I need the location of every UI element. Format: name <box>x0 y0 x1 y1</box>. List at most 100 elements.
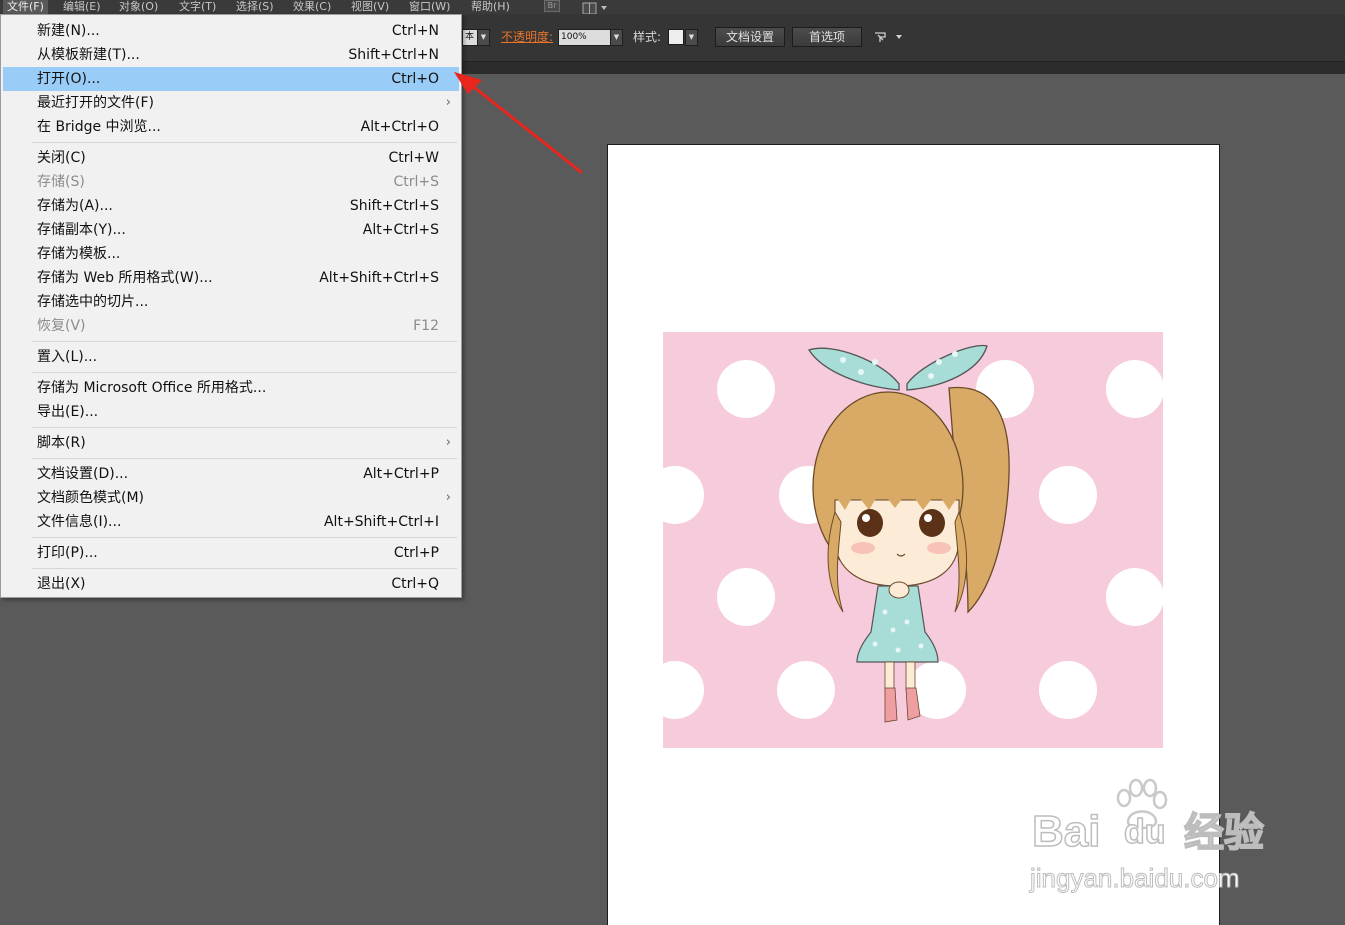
mode-field[interactable]: 本 <box>462 29 478 46</box>
menu-help[interactable]: 帮助(H) <box>471 0 510 14</box>
menu-item-label: 文档设置(D)... <box>37 466 129 482</box>
menu-item-shortcut: Shift+Ctrl+S <box>349 198 439 214</box>
menu-file[interactable]: 文件(F) <box>3 0 48 14</box>
menu-view[interactable]: 视图(V) <box>351 0 389 14</box>
menu-item-label: 存储为 Web 所用格式(W)... <box>37 270 213 286</box>
menu-item-shortcut: Ctrl+O <box>391 71 439 87</box>
menu-item-shortcut: Alt+Ctrl+O <box>360 119 439 135</box>
style-label: 样式: <box>633 30 662 44</box>
menu-item-browse-bridge[interactable]: 在 Bridge 中浏览... Alt+Ctrl+O <box>3 115 459 139</box>
bridge-button[interactable]: Br <box>544 0 560 12</box>
placed-image[interactable] <box>663 332 1163 748</box>
menu-item-document-setup[interactable]: 文档设置(D)... Alt+Ctrl+P <box>3 462 459 486</box>
annotation-arrow <box>454 72 583 174</box>
menu-separator <box>32 372 457 373</box>
menu-separator <box>32 568 457 569</box>
menu-item-place[interactable]: 置入(L)... <box>3 345 459 369</box>
menu-item-shortcut: Alt+Shift+Ctrl+I <box>323 514 439 530</box>
menu-item-label: 文件信息(I)... <box>37 514 122 530</box>
preferences-button[interactable]: 首选项 <box>792 27 862 47</box>
menu-item-label: 最近打开的文件(F) <box>37 95 154 111</box>
menu-item-save-as[interactable]: 存储为(A)... Shift+Ctrl+S <box>3 194 459 218</box>
menu-item-save-selected-slices[interactable]: 存储选中的切片... <box>3 290 459 314</box>
dropdown-arrow-icon: ▼ <box>480 33 487 41</box>
menu-item-label: 存储(S) <box>37 174 85 190</box>
menu-item-label: 置入(L)... <box>37 349 98 365</box>
menu-window[interactable]: 窗口(W) <box>409 0 450 14</box>
menu-item-label: 打印(P)... <box>37 545 98 561</box>
menu-item-save-as-template[interactable]: 存储为模板... <box>3 242 459 266</box>
menu-separator <box>32 537 457 538</box>
dropdown-arrow-icon: ▼ <box>613 33 620 41</box>
menu-item-save-for-office[interactable]: 存储为 Microsoft Office 所用格式... <box>3 376 459 400</box>
menu-separator <box>32 458 457 459</box>
menu-item-label: 从模板新建(T)... <box>37 47 140 63</box>
menu-separator <box>32 427 457 428</box>
menu-item-shortcut: Alt+Shift+Ctrl+S <box>319 270 439 286</box>
menu-item-document-color-mode[interactable]: 文档颜色模式(M) › <box>3 486 459 510</box>
menu-item-label: 打开(O)... <box>37 71 101 87</box>
opacity-field[interactable]: 100% <box>558 29 611 46</box>
menu-item-shortcut: F12 <box>413 318 439 334</box>
menu-item-label: 导出(E)... <box>37 404 99 420</box>
menu-item-label: 关闭(C) <box>37 150 86 166</box>
menu-item-label: 存储为(A)... <box>37 198 113 214</box>
menu-item-open-recent[interactable]: 最近打开的文件(F) › <box>3 91 459 115</box>
menu-item-label: 存储选中的切片... <box>37 294 149 310</box>
watermark-brand: Bai <box>1031 806 1101 857</box>
menu-item-shortcut: Shift+Ctrl+N <box>348 47 439 63</box>
menu-item-revert: 恢复(V) F12 <box>3 314 459 338</box>
menu-separator <box>32 142 457 143</box>
opacity-label[interactable]: 不透明度: <box>501 29 553 46</box>
menu-item-export[interactable]: 导出(E)... <box>3 400 459 424</box>
menu-effect[interactable]: 效果(C) <box>293 0 331 14</box>
submenu-arrow-icon: › <box>445 435 451 450</box>
menu-item-label: 存储为 Microsoft Office 所用格式... <box>37 380 267 396</box>
menu-item-shortcut: Ctrl+S <box>393 174 439 190</box>
menu-item-label: 文档颜色模式(M) <box>37 490 145 506</box>
menu-item-shortcut: Ctrl+N <box>391 23 439 39</box>
menu-item-print[interactable]: 打印(P)... Ctrl+P <box>3 541 459 565</box>
menu-item-shortcut: Ctrl+Q <box>391 576 439 592</box>
file-menu: 新建(N)... Ctrl+N 从模板新建(T)... Shift+Ctrl+N… <box>0 14 462 598</box>
menu-item-file-info[interactable]: 文件信息(I)... Alt+Shift+Ctrl+I <box>3 510 459 534</box>
menu-item-shortcut: Ctrl+W <box>388 150 439 166</box>
menu-type[interactable]: 文字(T) <box>179 0 216 14</box>
menu-bar: 文件(F) 编辑(E) 对象(O) 文字(T) 选择(S) 效果(C) 视图(V… <box>0 0 1345 15</box>
menu-item-shortcut: Ctrl+P <box>393 545 439 561</box>
menu-item-save: 存储(S) Ctrl+S <box>3 170 459 194</box>
arrange-documents-button[interactable] <box>582 0 612 15</box>
more-options-button[interactable] <box>872 29 906 46</box>
menu-item-open[interactable]: 打开(O)... Ctrl+O <box>3 67 459 91</box>
menu-object[interactable]: 对象(O) <box>119 0 158 14</box>
opacity-dropdown[interactable]: ▼ <box>610 29 623 46</box>
menu-item-save-for-web[interactable]: 存储为 Web 所用格式(W)... Alt+Shift+Ctrl+S <box>3 266 459 290</box>
style-swatch[interactable] <box>668 29 684 45</box>
menu-item-shortcut: Alt+Ctrl+P <box>363 466 439 482</box>
dropdown-arrow-icon: ▼ <box>688 33 695 41</box>
menu-item-label: 退出(X) <box>37 576 86 592</box>
menu-item-scripts[interactable]: 脚本(R) › <box>3 431 459 455</box>
style-dropdown[interactable]: ▼ <box>685 29 698 46</box>
menu-item-label: 存储为模板... <box>37 246 121 262</box>
menu-item-exit[interactable]: 退出(X) Ctrl+Q <box>3 572 459 596</box>
watermark-brand-du: du <box>1123 812 1166 852</box>
menu-item-close[interactable]: 关闭(C) Ctrl+W <box>3 146 459 170</box>
document-setup-button[interactable]: 文档设置 <box>715 27 785 47</box>
menu-item-save-copy[interactable]: 存储副本(Y)... Alt+Ctrl+S <box>3 218 459 242</box>
watermark-brand-cn: 经验 <box>1183 809 1265 857</box>
menu-item-new-from-template[interactable]: 从模板新建(T)... Shift+Ctrl+N <box>3 43 459 67</box>
menu-item-label: 恢复(V) <box>37 318 86 334</box>
menu-item-shortcut: Alt+Ctrl+S <box>362 222 439 238</box>
girl-illustration <box>663 344 1163 723</box>
menu-select[interactable]: 选择(S) <box>236 0 274 14</box>
menu-edit[interactable]: 编辑(E) <box>63 0 101 14</box>
mode-dropdown[interactable]: ▼ <box>477 29 490 46</box>
menu-item-label: 脚本(R) <box>37 435 86 451</box>
menu-separator <box>32 341 457 342</box>
menu-item-label: 在 Bridge 中浏览... <box>37 119 161 135</box>
baidu-watermark: Bai du 经验 jingyan.baidu.com <box>1028 778 1278 898</box>
pointer-arrow-icon <box>875 32 902 42</box>
menu-item-new[interactable]: 新建(N)... Ctrl+N <box>3 19 459 43</box>
menu-item-label: 新建(N)... <box>37 23 100 39</box>
